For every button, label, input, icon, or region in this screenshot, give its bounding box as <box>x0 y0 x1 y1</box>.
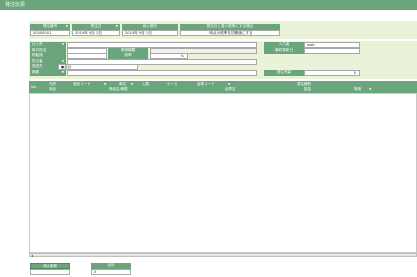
dropdown-icon[interactable]: ▼ <box>62 42 64 47</box>
balance-field: 0 <box>304 70 360 76</box>
grid-col-warehouse-code: 倉庫コード <box>197 82 215 86</box>
grid-header: No. 内訳 商品 商品コード ▼ 単位 ▼ 入数 ケース 倉庫コード ▼ 発注… <box>29 81 417 93</box>
grid-col-case: ケース <box>167 82 178 86</box>
tax-notice-label-text: 発注日と違う税率にする場合 <box>206 24 254 28</box>
tax-label-text: 税転換 <box>32 53 43 57</box>
last-update-label-text: 最終更新日 <box>275 48 293 52</box>
dest-label-text: 発送先 <box>32 64 43 68</box>
last-update-field <box>304 48 360 54</box>
dropdown-icon[interactable]: ▼ <box>131 82 133 86</box>
memo-label: 摘要 ▼ <box>30 70 66 76</box>
dest-value: ●会社 <box>61 65 72 69</box>
dropdown-icon[interactable]: ▼ <box>62 70 64 75</box>
manager-label-text: 取引担当 <box>32 48 47 52</box>
dropdown-icon[interactable]: ▼ <box>66 24 68 29</box>
total-field: 0 <box>91 269 131 275</box>
rate-label-text: 掛率 <box>124 53 132 57</box>
inputter-label-text: 入力者 <box>278 42 290 46</box>
grid-col-price: 単価 <box>354 87 361 91</box>
rate-unit: % <box>180 54 184 58</box>
dept-label-text: 担当者 <box>32 59 43 63</box>
window-title-bar: 発注伝票 <box>0 0 417 10</box>
grid-col-no: No. <box>31 85 37 89</box>
total-label-text: 合計 <box>107 263 115 267</box>
grid-col-unit: 単位 <box>119 82 126 86</box>
tax-type-label-text: 単価種類 <box>120 48 136 52</box>
balance-label-text: 発注残高 <box>276 70 292 74</box>
grid-col-goods: 商品 <box>49 87 56 91</box>
dropdown-icon[interactable]: ▼ <box>228 82 230 86</box>
order-no-label-text: 発注番号 <box>42 24 58 28</box>
delivery-date-label-text: 納入期日 <box>142 24 158 28</box>
balance-label: 発注残高 <box>264 70 304 76</box>
order-date-field[interactable]: 2019年 9月 1日 <box>72 30 120 36</box>
tax-update-field <box>30 269 70 275</box>
dropdown-icon[interactable]: ▼ <box>369 87 371 91</box>
memo-label-text: 摘要 <box>32 70 40 74</box>
grid-col-quantity: 数量 <box>304 87 311 91</box>
grid-col-code: 商品コード <box>73 82 91 86</box>
scroll-left-icon[interactable]: ◂ <box>31 253 33 258</box>
horizontal-scrollbar[interactable]: ◂ <box>29 253 417 258</box>
order-no-field[interactable]: 00000001 <box>30 30 70 36</box>
grid-col-name: 商品名/摘要 <box>109 87 128 91</box>
window-title: 発注伝票 <box>5 2 26 8</box>
grid-col-order-type: 発注種別 <box>297 82 311 86</box>
supplier-name-label-text: 仕入先 <box>32 42 43 46</box>
tax-notice-field[interactable]: 時点の税率を初期値にする <box>180 30 280 36</box>
dropdown-icon[interactable]: ▼ <box>116 24 118 29</box>
memo-field[interactable] <box>67 70 257 76</box>
order-lines-grid[interactable] <box>29 93 417 253</box>
grid-col-inner: 内訳 <box>49 82 56 86</box>
order-date-label-text: 発注日 <box>90 24 102 28</box>
grid-col-qty-in: 入数 <box>142 82 149 86</box>
delivery-date-field[interactable]: 2019年 9月 1日 <box>122 30 178 36</box>
grid-col-warehouse-name: 倉庫名 <box>225 87 236 91</box>
dropdown-icon[interactable]: ▼ <box>104 82 106 86</box>
last-update-label: 最終更新日 <box>264 48 304 54</box>
tax-update-button-label: 消込更新 <box>42 264 58 268</box>
